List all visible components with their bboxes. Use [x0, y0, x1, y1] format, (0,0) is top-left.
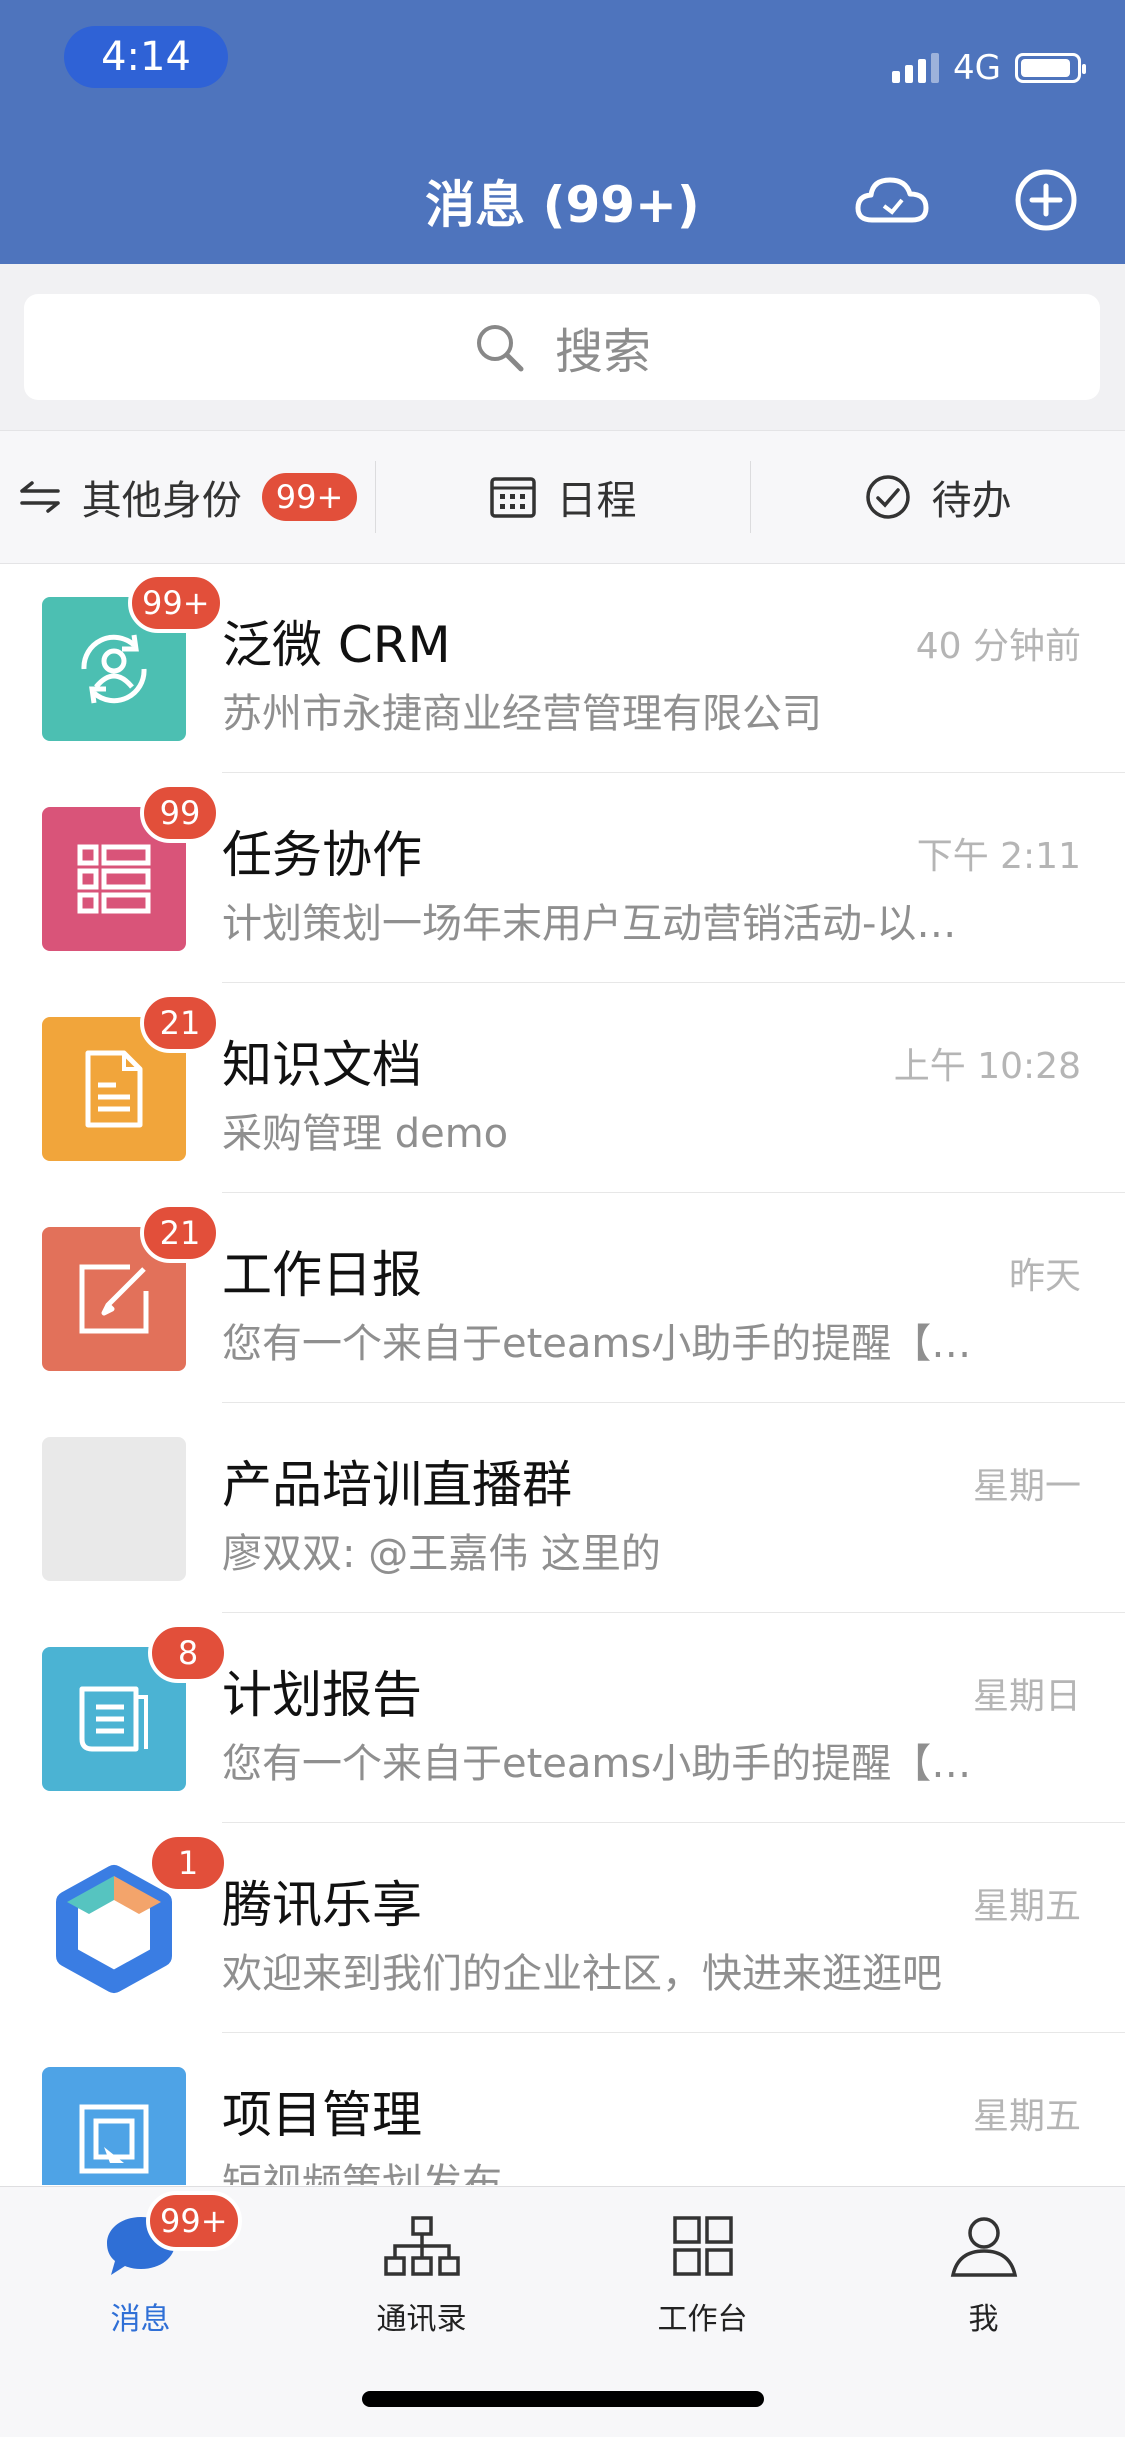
list-item[interactable]: 1 腾讯乐享 星期五 欢迎来到我们的企业社区，快进来逛逛吧 [0, 1823, 1125, 2033]
unread-badge: 21 [140, 993, 220, 1053]
other-identity-label: 其他身份 [81, 478, 242, 524]
list-item[interactable]: 21 工作日报 昨天 您有一个来自于eteams小助手的提醒【… [0, 1193, 1125, 1403]
status-time: 4:14 [64, 26, 228, 88]
org-chart-icon [382, 2206, 462, 2286]
unread-badge: 99+ [146, 2191, 242, 2251]
top-header: 4:14 4G 消息 (99+) [0, 0, 1125, 264]
person-icon [949, 2206, 1019, 2286]
check-circle-icon [865, 475, 910, 519]
calendar-icon [489, 477, 536, 518]
search-icon [476, 325, 524, 372]
search-placeholder: 搜索 [554, 324, 651, 380]
battery-level [1021, 59, 1070, 77]
chat-preview: 您有一个来自于eteams小助手的提醒【… [222, 1741, 972, 1787]
tab-workbench[interactable]: 工作台 [562, 2187, 843, 2357]
tab-contacts[interactable]: 通讯录 [281, 2187, 562, 2357]
tab-label: 消息 [110, 2302, 171, 2337]
chat-name: 项目管理 [222, 2086, 422, 2144]
chat-preview: 采购管理 demo [222, 1111, 509, 1157]
switch-arrows-icon [19, 481, 60, 513]
todo-button[interactable]: 待办 [750, 431, 1125, 563]
schedule-button[interactable]: 日程 [375, 431, 750, 563]
message-list: 99+ 泛微 CRM 40 分钟前 苏州市永捷商业经营管理有限公司 99 任务协… [0, 563, 1125, 2185]
tab-messages[interactable]: 消息 99+ [0, 2187, 281, 2357]
chat-time: 星期一 [972, 1466, 1081, 1507]
chat-time: 下午 2:11 [916, 836, 1081, 877]
page-title: 消息 (99+) [425, 176, 700, 234]
todo-label: 待办 [931, 478, 1012, 524]
group-avatar-icon [42, 1437, 186, 1581]
chat-preview: 您有一个来自于eteams小助手的提醒【… [222, 1321, 972, 1367]
search-area: 搜索 [0, 264, 1125, 430]
chat-preview: 苏州市永捷商业经营管理有限公司 [222, 691, 822, 737]
home-indicator[interactable] [362, 2391, 764, 2407]
battery-icon [1015, 53, 1086, 83]
chat-name: 任务协作 [222, 826, 422, 884]
chat-time: 上午 10:28 [893, 1046, 1081, 1087]
chat-preview: 欢迎来到我们的企业社区，快进来逛逛吧 [222, 1951, 942, 1997]
chat-time: 昨天 [1008, 1256, 1081, 1297]
chat-time: 星期日 [972, 1676, 1081, 1717]
add-circle-icon[interactable] [1006, 164, 1086, 236]
chat-time: 星期五 [972, 1886, 1081, 1927]
tab-label: 工作台 [657, 2302, 748, 2337]
chat-name: 泛微 CRM [222, 616, 451, 674]
unread-badge: 99+ [128, 573, 224, 633]
chat-name: 计划报告 [222, 1666, 422, 1724]
chat-name: 产品培训直播群 [222, 1456, 572, 1514]
chat-preview: 短视频策划发布 [222, 2161, 502, 2185]
chat-name: 知识文档 [222, 1036, 422, 1094]
list-item[interactable]: 21 知识文档 上午 10:28 采购管理 demo [0, 983, 1125, 1193]
chat-time: 星期五 [972, 2096, 1081, 2137]
list-item[interactable]: 8 计划报告 星期日 您有一个来自于eteams小助手的提醒【… [0, 1613, 1125, 1823]
chat-name: 腾讯乐享 [222, 1876, 422, 1934]
schedule-label: 日程 [556, 478, 637, 524]
cloud-icon[interactable] [852, 164, 932, 236]
tab-me[interactable]: 我 [843, 2187, 1124, 2357]
tab-label: 我 [968, 2302, 999, 2337]
search-input[interactable]: 搜索 [24, 294, 1100, 400]
list-item[interactable]: 99 任务协作 下午 2:11 计划策划一场年末用户互动营销活动-以… [0, 773, 1125, 983]
grid-icon [671, 2206, 735, 2286]
unread-badge: 99 [140, 783, 220, 843]
chat-preview: 廖双双: @王嘉伟 这里的 [222, 1531, 661, 1577]
project-icon [42, 2067, 186, 2185]
chat-preview: 计划策划一场年末用户互动营销活动-以… [222, 901, 957, 947]
chat-name: 工作日报 [222, 1246, 422, 1304]
list-item[interactable]: 99+ 泛微 CRM 40 分钟前 苏州市永捷商业经营管理有限公司 [0, 563, 1125, 773]
tab-label: 通讯录 [376, 2302, 467, 2337]
status-indicators: 4G [892, 48, 1086, 88]
unread-badge: 21 [140, 1203, 220, 1263]
chat-time: 40 分钟前 [915, 626, 1081, 667]
signal-icon [892, 53, 940, 83]
list-item[interactable]: 产品培训直播群 星期一 廖双双: @王嘉伟 这里的 [0, 1403, 1125, 1613]
other-identity-button[interactable]: 其他身份 99+ [0, 431, 375, 563]
network-type: 4G [953, 48, 1001, 88]
quick-filter-bar: 其他身份 99+ 日程 待办 [0, 430, 1125, 564]
other-identity-badge: 99+ [261, 473, 358, 521]
unread-badge: 1 [148, 1833, 228, 1893]
unread-badge: 8 [148, 1623, 228, 1683]
list-item[interactable]: 项目管理 星期五 短视频策划发布 [0, 2033, 1125, 2185]
